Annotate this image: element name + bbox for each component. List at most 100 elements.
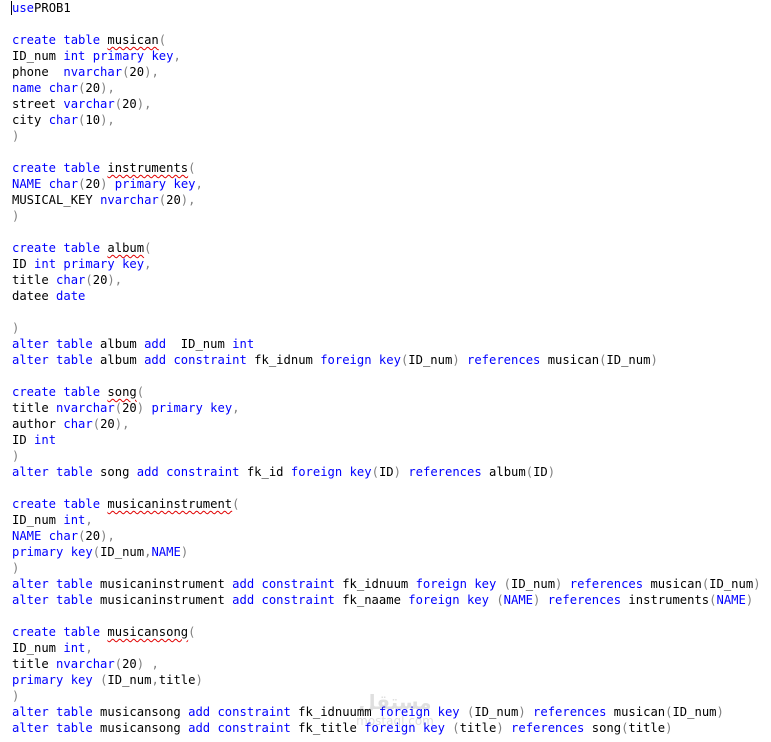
code-token: ID_num — [100, 545, 145, 559]
sql-keyword: table — [63, 33, 101, 47]
code-line[interactable]: street varchar(20), — [12, 96, 151, 112]
code-token: 20 — [92, 273, 108, 287]
code-token: album — [481, 465, 526, 479]
code-token: fk_naame — [334, 593, 409, 607]
code-token: album — [92, 337, 145, 351]
code-line[interactable]: ID int primary key, — [12, 256, 151, 272]
code-token: musicaninstrument — [92, 593, 233, 607]
code-line[interactable]: title nvarchar(20) , — [12, 656, 159, 672]
sql-keyword: use — [12, 1, 35, 15]
code-line[interactable]: author char(20), — [12, 416, 129, 432]
code-token: ( — [371, 465, 379, 479]
code-line[interactable]: title nvarchar(20) primary key, — [12, 400, 240, 416]
code-line[interactable]: datee date — [12, 288, 85, 304]
code-line[interactable]: name char(20), — [12, 80, 115, 96]
code-line[interactable]: create table musican( — [12, 32, 166, 48]
code-line[interactable]: alter table album add ID_num int — [12, 336, 254, 352]
code-token: ( — [114, 97, 123, 111]
code-token: ( — [85, 273, 93, 287]
sql-keyword: table — [56, 577, 93, 591]
code-token: title — [12, 657, 57, 671]
code-token: fk_id — [239, 465, 291, 479]
sql-keyword: varchar — [63, 97, 115, 111]
code-token: title — [459, 721, 497, 735]
code-line[interactable]: ID_num int primary key, — [12, 48, 181, 64]
code-token: ID — [378, 465, 394, 479]
code-line[interactable]: create table musicaninstrument( — [12, 496, 240, 512]
code-line[interactable]: alter table musicaninstrument add constr… — [12, 576, 761, 592]
code-line[interactable]: ) — [12, 128, 19, 144]
code-line[interactable]: MUSICAL_KEY nvarchar(20), — [12, 192, 195, 208]
sql-keyword: constraint — [261, 577, 335, 591]
code-token: ( — [92, 417, 101, 431]
code-line[interactable]: ) — [12, 688, 19, 704]
code-token: musicaninstrument — [92, 577, 233, 591]
sql-keyword: create — [12, 385, 57, 399]
code-token: ( — [92, 545, 101, 559]
code-token: , — [173, 49, 181, 63]
code-line[interactable]: primary key(ID_num,NAME) — [12, 544, 188, 560]
sql-keyword: key — [173, 177, 196, 191]
code-token: ID_num — [606, 353, 651, 367]
code-token: ) — [12, 321, 20, 335]
code-token: 20 — [122, 401, 137, 415]
code-token: ) — [650, 353, 658, 367]
code-line[interactable]: create table musicansong( — [12, 624, 195, 640]
code-line[interactable]: ID_num int, — [12, 512, 93, 528]
sql-keyword: name — [12, 81, 42, 95]
code-line[interactable]: title char(20), — [12, 272, 122, 288]
code-token: ) — [716, 705, 724, 719]
code-token: phone — [12, 65, 64, 79]
sql-keyword: create — [12, 33, 57, 47]
sql-keyword: key — [210, 401, 233, 415]
sql-keyword: constraint — [261, 593, 335, 607]
code-line[interactable]: create table song( — [12, 384, 144, 400]
code-line[interactable]: NAME char(20), — [12, 528, 115, 544]
code-line[interactable]: primary key (ID_num,title) — [12, 672, 203, 688]
sql-keyword: nvarchar — [100, 193, 159, 207]
code-line[interactable]: create table instruments( — [12, 160, 195, 176]
code-token: 20 — [85, 177, 101, 191]
code-line[interactable]: ) — [12, 448, 19, 464]
code-line[interactable]: city char(10), — [12, 112, 115, 128]
sql-keyword: references — [408, 465, 482, 479]
code-token: , — [107, 113, 115, 127]
sql-query-editor[interactable]: usePROB1 create table musican(ID_num int … — [0, 0, 771, 742]
code-line[interactable]: phone nvarchar(20), — [12, 64, 159, 80]
code-token: ) — [180, 545, 189, 559]
code-token: ID — [12, 257, 35, 271]
code-line[interactable]: ID_num int, — [12, 640, 93, 656]
table-name-misspelled: musicaninstrument — [107, 497, 233, 511]
table-name-misspelled: musicansong — [107, 625, 189, 639]
sql-keyword: references — [547, 593, 622, 607]
code-line[interactable]: ID int — [12, 432, 56, 448]
code-line[interactable]: alter table musicaninstrument add constr… — [12, 592, 753, 608]
sql-keyword: constraint — [166, 465, 240, 479]
code-line[interactable]: ) — [12, 320, 19, 336]
sql-keyword: create — [12, 161, 57, 175]
code-token: album — [92, 353, 145, 367]
code-token: , — [232, 401, 240, 415]
code-line[interactable]: NAME char(20) primary key, — [12, 176, 203, 192]
sql-keyword: char — [48, 113, 79, 127]
code-line[interactable]: ) — [12, 560, 19, 576]
sql-keyword: date — [56, 289, 86, 303]
code-line[interactable]: alter table album add constraint fk_idnu… — [12, 352, 658, 368]
code-line[interactable]: alter table song add constraint fk_id fo… — [12, 464, 555, 480]
code-line[interactable]: ) — [12, 208, 19, 224]
code-token: ID — [533, 465, 548, 479]
code-line[interactable]: usePROB1 — [12, 0, 71, 16]
sql-keyword: references — [569, 577, 644, 591]
code-line[interactable]: create table album( — [12, 240, 151, 256]
